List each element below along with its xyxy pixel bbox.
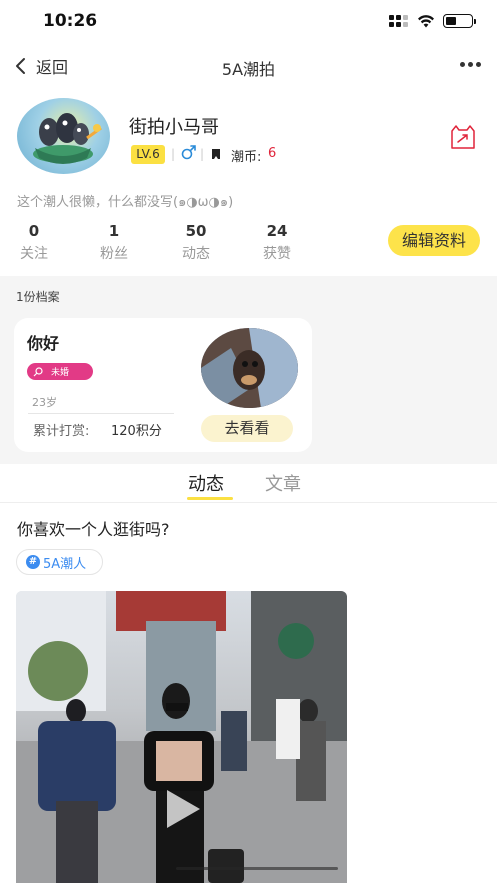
stat-fans[interactable]: 1 粉丝: [84, 222, 144, 263]
video-progress-bar: [176, 867, 338, 870]
marital-status-badge: 未婚: [27, 363, 93, 380]
stat-label: 粉丝: [100, 246, 128, 262]
avatar-image: [33, 113, 102, 164]
share-icon: [451, 125, 475, 149]
male-gender-icon: [181, 145, 196, 160]
username: 街拍小马哥: [129, 117, 219, 138]
divider: [0, 502, 497, 503]
stat-likes[interactable]: 24 获赞: [247, 222, 307, 263]
card-age: 23岁: [32, 396, 57, 409]
nav-bar: 返回 5A潮拍: [0, 44, 497, 88]
divider: |: [200, 147, 205, 161]
status-icons: [389, 14, 476, 28]
more-dot-icon: [460, 62, 465, 67]
stat-value: 1: [108, 222, 120, 240]
topic-label: 5A潮人: [43, 556, 87, 572]
back-button[interactable]: 返回: [14, 54, 68, 78]
stat-posts[interactable]: 50 动态: [166, 222, 226, 263]
stat-value: 50: [185, 222, 207, 240]
view-archive-button[interactable]: 去看看: [201, 415, 293, 442]
video-frame-image: [16, 591, 347, 883]
archive-card[interactable]: 你好 未婚 23岁 累计打赏: 120积分 去看看: [14, 318, 312, 452]
avatar[interactable]: [17, 98, 110, 174]
share-button[interactable]: [448, 122, 478, 156]
bookmark-icon: [212, 149, 220, 159]
divider: [28, 413, 174, 414]
post-title: 你喜欢一个人逛街吗?: [17, 520, 170, 539]
reward-value: 120积分: [111, 424, 162, 439]
coin-label: 潮币:: [231, 150, 262, 165]
reward-label: 累计打赏:: [33, 424, 90, 439]
video-thumbnail[interactable]: [16, 591, 347, 883]
active-tab-indicator: [187, 497, 233, 500]
more-dot-icon: [468, 62, 473, 67]
tab-dynamics[interactable]: 动态: [188, 470, 224, 496]
divider: |: [171, 147, 176, 161]
search-icon: [33, 366, 43, 376]
play-icon[interactable]: [163, 787, 203, 831]
status-bar: 10:26: [0, 0, 497, 44]
page-title: 5A潮拍: [221, 60, 276, 79]
cellular-signal-icon: [389, 14, 409, 28]
tab-articles[interactable]: 文章: [265, 470, 301, 496]
back-label: 返回: [36, 58, 69, 77]
card-photo: [201, 328, 298, 408]
stat-value: 0: [28, 222, 40, 240]
stat-label: 获赞: [263, 246, 291, 262]
wifi-icon: [418, 15, 434, 28]
battery-icon: [443, 14, 476, 28]
coin-value: 6: [268, 146, 277, 161]
stat-label: 动态: [182, 246, 210, 262]
chevron-left-icon: [16, 58, 25, 74]
status-time: 10:26: [43, 11, 98, 31]
marital-status-label: 未婚: [51, 368, 70, 378]
stat-following[interactable]: 0 关注: [4, 222, 64, 263]
more-options-button[interactable]: [460, 62, 481, 67]
bio: 这个潮人很懒，什么都没写(๑◑ω◑๑): [17, 195, 234, 210]
archive-count: 1份档案: [16, 290, 60, 304]
topic-tag[interactable]: # 5A潮人: [16, 549, 103, 575]
stat-label: 关注: [20, 246, 48, 262]
level-badge: LV.6: [131, 145, 165, 164]
hashtag-icon: #: [26, 555, 40, 569]
card-photo-image: [201, 328, 298, 408]
card-name: 你好: [27, 334, 60, 353]
stat-value: 24: [266, 222, 288, 240]
more-dot-icon: [476, 62, 481, 67]
edit-profile-button[interactable]: 编辑资料: [388, 225, 480, 256]
